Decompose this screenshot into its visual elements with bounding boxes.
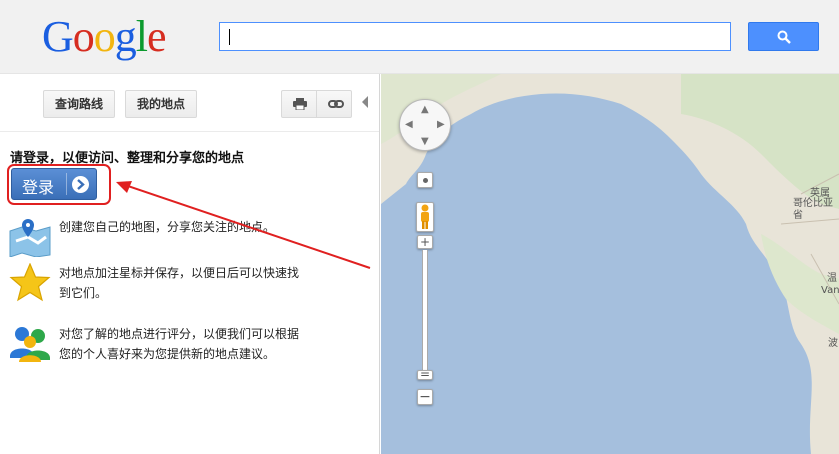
logo-letter: G <box>42 12 74 61</box>
logo-letter: e <box>147 12 167 61</box>
signin-button[interactable]: 登录 <box>11 168 97 200</box>
map-label: 温 <box>827 273 837 284</box>
zoom-slider-track[interactable] <box>422 250 428 370</box>
feature-text: 对您了解的地点进行评分，以便我们可以根据 您的个人喜好来为您提供新的地点建议。 <box>59 324 299 364</box>
map-label: 波 <box>828 338 838 349</box>
my-location-button[interactable] <box>417 172 433 188</box>
feature-text: 对地点加注星标并保存，以便日后可以快速找 到它们。 <box>59 263 299 303</box>
search-box[interactable] <box>219 22 731 51</box>
signin-button-label: 登录 <box>22 178 55 197</box>
google-maps-page: Google 查询路线 我的地点 请登录，以便访问、整理和分享您的地点 登录 创… <box>0 0 839 454</box>
panel-toolbar: 查询路线 我的地点 <box>0 74 379 132</box>
map-view[interactable]: 英属 哥伦比亚省 温 Vanc 波 ▲ ▼ ◀ ▶ + = − <box>381 74 839 454</box>
search-icon <box>777 30 791 44</box>
print-button[interactable] <box>281 90 317 118</box>
zoom-in-button[interactable]: + <box>417 235 433 249</box>
feature-text: 创建您自己的地图，分享您关注的地点。 <box>59 220 276 234</box>
people-icon <box>10 327 50 362</box>
print-icon <box>293 98 307 110</box>
logo-letter: g <box>114 12 137 61</box>
signin-button-divider <box>66 173 67 195</box>
left-panel: 查询路线 我的地点 请登录，以便访问、整理和分享您的地点 登录 创建您自己的地图… <box>0 74 380 454</box>
pan-down-icon[interactable]: ▼ <box>421 137 429 147</box>
search-input[interactable] <box>220 23 730 50</box>
arrow-right-circle-icon <box>72 176 89 193</box>
my-places-button[interactable]: 我的地点 <box>125 90 197 118</box>
street-view-pegman[interactable] <box>416 202 434 232</box>
feature-text-line: 您的个人喜好来为您提供新的地点建议。 <box>59 347 276 361</box>
link-icon <box>328 100 344 108</box>
search-button[interactable] <box>748 22 819 51</box>
pan-left-icon[interactable]: ◀ <box>405 120 413 130</box>
logo-letter: o <box>93 12 116 61</box>
feature-text-line: 对您了解的地点进行评分，以便我们可以根据 <box>59 327 300 341</box>
link-button[interactable] <box>316 90 352 118</box>
logo-letter: o <box>72 12 95 61</box>
pan-right-icon[interactable]: ▶ <box>437 120 445 130</box>
map-label: Vanc <box>821 285 839 296</box>
zoom-slider-thumb[interactable]: = <box>417 368 433 380</box>
feature-text-line: 到它们。 <box>59 286 108 300</box>
text-caret <box>229 29 230 45</box>
map-label: 哥伦比亚省 <box>793 198 833 221</box>
logo-letter: l <box>135 12 148 61</box>
zoom-out-button[interactable]: − <box>417 389 433 405</box>
custom-map-icon <box>9 219 51 257</box>
collapse-panel-arrow-icon[interactable] <box>362 96 368 108</box>
google-logo[interactable]: Google <box>42 12 167 62</box>
pan-control[interactable]: ▲ ▼ ◀ ▶ <box>399 99 451 151</box>
feature-text-line: 对地点加注星标并保存，以便日后可以快速找 <box>59 266 300 280</box>
pan-up-icon[interactable]: ▲ <box>421 105 429 115</box>
pegman-icon <box>421 204 429 229</box>
header-bar: Google <box>0 0 839 74</box>
get-directions-button[interactable]: 查询路线 <box>43 90 115 118</box>
star-icon <box>9 263 51 302</box>
